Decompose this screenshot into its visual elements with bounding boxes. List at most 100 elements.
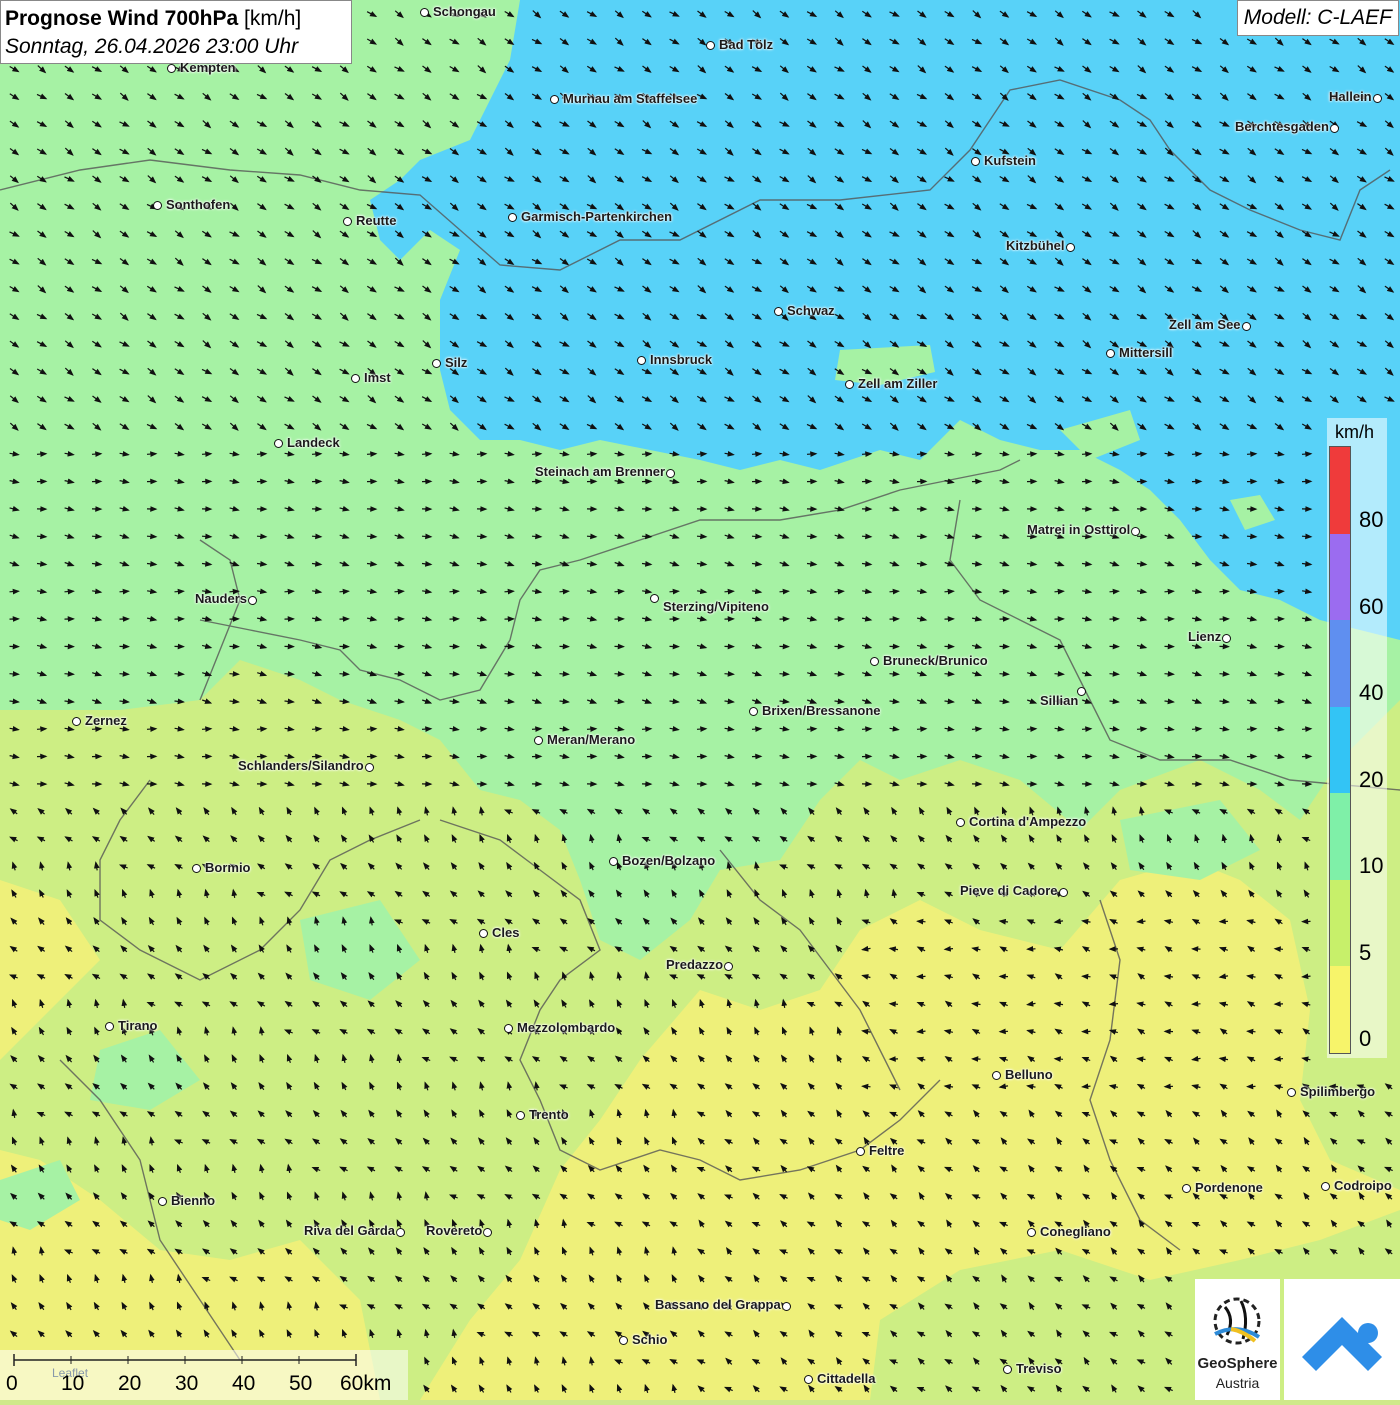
city-label: Schwaz bbox=[787, 303, 835, 318]
city-marker[interactable] bbox=[1027, 1228, 1036, 1237]
city-label: Cortina d'Ampezzo bbox=[969, 814, 1086, 829]
wind-arrow bbox=[863, 1086, 871, 1087]
forecast-time: Sonntag, 26.04.2026 23:00 Uhr bbox=[5, 33, 345, 61]
city-label: Bienno bbox=[171, 1193, 215, 1208]
city-marker[interactable] bbox=[167, 64, 176, 73]
city-marker[interactable] bbox=[192, 864, 201, 873]
scale-bar: Leaflet 0102030405060km bbox=[0, 1350, 408, 1400]
wind-arrow bbox=[917, 454, 926, 455]
city-label: Cles bbox=[492, 925, 519, 940]
city-marker[interactable] bbox=[483, 1228, 492, 1237]
city-marker[interactable] bbox=[804, 1375, 813, 1384]
city-marker[interactable] bbox=[1131, 527, 1140, 536]
geosphere-logo[interactable]: GeoSphere Austria bbox=[1195, 1279, 1280, 1400]
city-marker[interactable] bbox=[72, 717, 81, 726]
city-marker[interactable] bbox=[971, 157, 980, 166]
wind-arrow bbox=[92, 454, 101, 455]
legend-swatch bbox=[1330, 793, 1350, 880]
wind-arrow bbox=[1165, 674, 1174, 675]
city-marker[interactable] bbox=[432, 359, 441, 368]
wind-arrow bbox=[450, 674, 459, 675]
wind-arrow bbox=[37, 454, 46, 455]
wind-arrow bbox=[972, 729, 981, 730]
wind-arrow bbox=[120, 674, 129, 675]
city-marker[interactable] bbox=[1077, 687, 1086, 696]
city-marker[interactable] bbox=[1182, 1184, 1191, 1193]
city-marker[interactable] bbox=[274, 439, 283, 448]
wind-arrow bbox=[752, 729, 761, 730]
city-label: Kitzbühel bbox=[1006, 238, 1065, 253]
app-logo[interactable] bbox=[1284, 1279, 1400, 1400]
city-marker[interactable] bbox=[396, 1228, 405, 1237]
wind-arrow bbox=[1192, 454, 1201, 455]
city-marker[interactable] bbox=[158, 1197, 167, 1206]
wind-arrow bbox=[945, 949, 953, 950]
city-marker[interactable] bbox=[619, 1336, 628, 1345]
wind-arrow bbox=[312, 536, 321, 537]
wind-arrow bbox=[202, 729, 211, 730]
city-marker[interactable] bbox=[1330, 124, 1339, 133]
city-marker[interactable] bbox=[1373, 94, 1382, 103]
wind-arrow bbox=[147, 536, 156, 537]
city-marker[interactable] bbox=[534, 736, 543, 745]
city-marker[interactable] bbox=[516, 1111, 525, 1120]
city-marker[interactable] bbox=[774, 307, 783, 316]
city-marker[interactable] bbox=[343, 217, 352, 226]
city-label: Trento bbox=[529, 1107, 569, 1122]
city-marker[interactable] bbox=[365, 763, 374, 772]
city-marker[interactable] bbox=[1242, 322, 1251, 331]
map-title: Prognose Wind 700hPa [km/h] bbox=[5, 5, 345, 33]
city-marker[interactable] bbox=[845, 380, 854, 389]
city-marker[interactable] bbox=[351, 374, 360, 383]
wind-arrow bbox=[10, 591, 19, 592]
city-label: Codroipo bbox=[1334, 1178, 1392, 1193]
wind-arrow bbox=[367, 536, 376, 537]
wind-arrow bbox=[202, 536, 211, 537]
city-marker[interactable] bbox=[856, 1147, 865, 1156]
city-marker[interactable] bbox=[550, 95, 559, 104]
city-marker[interactable] bbox=[956, 818, 965, 827]
city-marker[interactable] bbox=[706, 41, 715, 50]
city-marker[interactable] bbox=[1321, 1182, 1330, 1191]
city-marker[interactable] bbox=[1066, 243, 1075, 252]
wind-arrow bbox=[367, 454, 376, 455]
scale-label: 10 bbox=[61, 1372, 84, 1396]
city-marker[interactable] bbox=[248, 596, 257, 605]
city-marker[interactable] bbox=[1059, 888, 1068, 897]
city-marker[interactable] bbox=[504, 1024, 513, 1033]
city-marker[interactable] bbox=[1106, 349, 1115, 358]
city-marker[interactable] bbox=[1003, 1365, 1012, 1374]
wind-arrow bbox=[477, 536, 486, 537]
city-marker[interactable] bbox=[666, 469, 675, 478]
wind-arrow bbox=[367, 729, 376, 730]
wind-arrow bbox=[120, 591, 129, 592]
city-marker[interactable] bbox=[1222, 634, 1231, 643]
city-marker[interactable] bbox=[749, 707, 758, 716]
city-marker[interactable] bbox=[479, 929, 488, 938]
city-marker[interactable] bbox=[153, 201, 162, 210]
wind-arrow bbox=[697, 454, 706, 455]
wind-arrow bbox=[642, 454, 651, 455]
city-marker[interactable] bbox=[1287, 1088, 1296, 1097]
city-marker[interactable] bbox=[782, 1302, 791, 1311]
city-marker[interactable] bbox=[650, 594, 659, 603]
city-label: Kufstein bbox=[984, 153, 1036, 168]
wind-arrow bbox=[340, 591, 349, 592]
city-marker[interactable] bbox=[420, 8, 429, 17]
city-marker[interactable] bbox=[105, 1022, 114, 1031]
city-marker[interactable] bbox=[992, 1071, 1001, 1080]
city-marker[interactable] bbox=[508, 213, 517, 222]
wind-arrow bbox=[587, 536, 596, 537]
city-marker[interactable] bbox=[870, 657, 879, 666]
city-label: Bruneck/Brunico bbox=[883, 653, 988, 668]
city-label: Zell am See bbox=[1169, 317, 1241, 332]
weather-app-icon bbox=[1284, 1279, 1400, 1400]
wind-arrow bbox=[1302, 536, 1311, 537]
city-marker[interactable] bbox=[724, 962, 733, 971]
city-marker[interactable] bbox=[637, 356, 646, 365]
city-marker[interactable] bbox=[609, 857, 618, 866]
wind-arrow bbox=[1137, 536, 1146, 537]
wind-arrow bbox=[285, 674, 294, 675]
wind-arrow bbox=[1192, 536, 1201, 537]
city-label: Riva del Garda bbox=[304, 1223, 395, 1238]
